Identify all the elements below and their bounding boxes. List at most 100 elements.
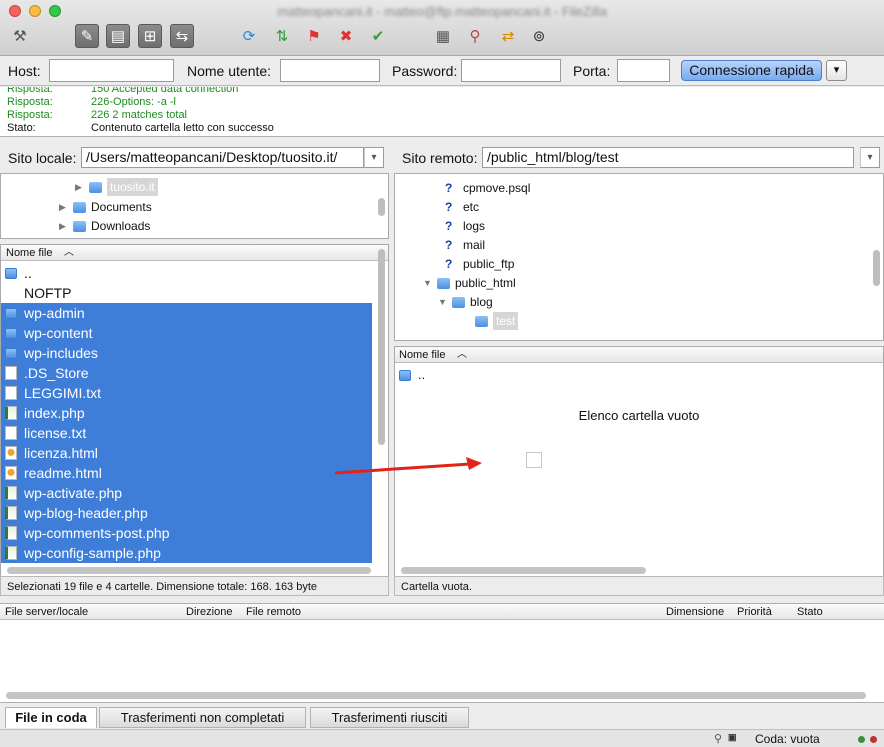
- local-file-name: NOFTP: [24, 285, 72, 301]
- local-file-row[interactable]: index.php: [1, 403, 372, 423]
- local-site-label: Sito locale:: [8, 150, 77, 166]
- local-file-row[interactable]: .DS_Store: [1, 363, 372, 383]
- local-list-vscrollbar[interactable]: [378, 249, 385, 445]
- toggle-comparison-icon[interactable]: ⚲: [463, 24, 487, 48]
- local-tree-item[interactable]: ▶ tuosito.it: [75, 178, 158, 196]
- folder-icon: [5, 307, 17, 319]
- local-file-row[interactable]: license.txt: [1, 423, 372, 443]
- remote-tree-item[interactable]: ? cpmove.psql: [445, 179, 530, 197]
- remote-tree-item[interactable]: ? public_ftp: [445, 255, 514, 273]
- local-file-row[interactable]: wp-admin: [1, 303, 372, 323]
- local-tree-item[interactable]: ▶ Downloads: [59, 217, 150, 235]
- local-file-row[interactable]: NOFTP: [1, 283, 372, 303]
- queue-tab[interactable]: File in coda: [5, 707, 97, 728]
- folder-icon: [5, 267, 17, 279]
- remote-tree-item[interactable]: ? etc: [445, 198, 479, 216]
- directory-listing-filters-icon[interactable]: ▦: [431, 24, 455, 48]
- expanded-arrow-icon[interactable]: ▼: [423, 274, 437, 292]
- username-field[interactable]: [280, 59, 380, 82]
- local-file-list[interactable]: Nome file ︿ .. NOFTP wp-admin wp-content wp-…: [0, 244, 389, 577]
- quickconnect-dropdown-button[interactable]: ▾: [826, 60, 847, 81]
- local-file-row[interactable]: wp-content: [1, 323, 372, 343]
- message-log[interactable]: Risposta: 150 Accepted data connection Ris…: [0, 87, 884, 137]
- queue-column-5[interactable]: Stato: [797, 604, 823, 620]
- remote-file-row[interactable]: ..: [395, 365, 883, 385]
- process-queue-icon[interactable]: ⇅: [270, 24, 294, 48]
- remote-tree-item[interactable]: ? mail: [445, 236, 485, 254]
- transfer-type-icon[interactable]: ▣: [728, 732, 737, 743]
- remote-column-filename[interactable]: Nome file: [399, 347, 445, 363]
- folder-icon: [5, 347, 17, 359]
- log-line: Risposta: 226 2 matches total: [7, 109, 187, 122]
- transfer-queue[interactable]: File server/locale Direzione File remoto Di…: [0, 603, 884, 703]
- queue-column-3[interactable]: Dimensione: [666, 604, 724, 620]
- remote-tree-item[interactable]: ▼ public_html: [423, 274, 516, 292]
- local-file-row[interactable]: LEGGIMI.txt: [1, 383, 372, 403]
- cancel-icon[interactable]: ⚑: [302, 24, 326, 48]
- remote-tree-item[interactable]: ? logs: [445, 217, 485, 235]
- expanded-arrow-icon[interactable]: ▼: [438, 293, 452, 311]
- local-column-filename[interactable]: Nome file: [6, 245, 52, 261]
- remote-tree-item[interactable]: ▼ blog: [438, 293, 493, 311]
- remote-tree-item-label: test: [493, 312, 519, 330]
- host-field[interactable]: [49, 59, 174, 82]
- folder-icon: [452, 296, 465, 308]
- collapsed-arrow-icon[interactable]: ▶: [59, 217, 73, 235]
- quickconnect-button[interactable]: Connessione rapida: [681, 60, 822, 81]
- collapsed-arrow-icon[interactable]: ▶: [59, 198, 73, 216]
- local-file-row[interactable]: wp-comments-post.php: [1, 523, 372, 543]
- queue-hscrollbar[interactable]: [6, 692, 866, 699]
- queue-column-1[interactable]: Direzione: [186, 604, 232, 620]
- remote-path-dropdown[interactable]: ▾: [860, 147, 880, 168]
- toggle-local-tree-icon[interactable]: ▤: [106, 24, 130, 48]
- search-remote-icon[interactable]: ⊚: [527, 24, 551, 48]
- local-directory-tree[interactable]: ▶ tuosito.it ▶ Documents ▶ Downloads: [0, 173, 389, 239]
- file-icon: [5, 366, 17, 380]
- remote-path-field[interactable]: /public_html/blog/test: [482, 147, 854, 168]
- local-tree-scrollbar[interactable]: [378, 198, 385, 216]
- local-tree-item[interactable]: ▶ Documents: [59, 198, 152, 216]
- remote-list-hscrollbar[interactable]: [401, 567, 646, 574]
- local-file-row[interactable]: wp-activate.php: [1, 483, 372, 503]
- local-file-row[interactable]: readme.html: [1, 463, 372, 483]
- local-path-dropdown[interactable]: ▾: [364, 147, 384, 168]
- queue-column-2[interactable]: File remoto: [246, 604, 301, 620]
- local-path-field[interactable]: /Users/matteopancani/Desktop/tuosito.it/: [81, 147, 364, 168]
- queue-header[interactable]: File server/locale Direzione File remoto Di…: [0, 604, 884, 620]
- remote-tree-scrollbar[interactable]: [873, 250, 880, 286]
- remote-list-header[interactable]: Nome file ︿: [395, 347, 883, 363]
- transfer-queue-icon[interactable]: ⇆: [170, 24, 194, 48]
- local-list-hscrollbar[interactable]: [7, 567, 371, 574]
- toggle-log-icon[interactable]: ✎: [75, 24, 99, 48]
- remote-directory-tree[interactable]: test ▼ blog ▼ public_html? public_ftp? mail? lo…: [394, 173, 884, 341]
- expanded-arrow-icon[interactable]: ▶: [75, 178, 89, 196]
- site-manager-icon[interactable]: ⚒: [8, 24, 32, 48]
- queue-column-4[interactable]: Priorità: [737, 604, 772, 620]
- sort-ascending-icon: ︿: [457, 349, 467, 360]
- sync-browsing-icon[interactable]: ⇄: [496, 24, 520, 48]
- refresh-icon[interactable]: ⟳: [237, 24, 261, 48]
- disconnect-icon[interactable]: ✖: [334, 24, 358, 48]
- folder-icon: [89, 181, 102, 193]
- local-list-header[interactable]: Nome file ︿: [1, 245, 388, 261]
- remote-tree-item[interactable]: test: [475, 312, 519, 330]
- empty-listing-message: Elenco cartella vuoto: [578, 408, 700, 423]
- local-file-row[interactable]: wp-blog-header.php: [1, 503, 372, 523]
- local-file-name: wp-includes: [24, 345, 98, 361]
- send-indicator-icon: [870, 736, 877, 743]
- queue-tab[interactable]: Trasferimenti riusciti: [310, 707, 469, 728]
- local-file-row[interactable]: licenza.html: [1, 443, 372, 463]
- local-tree-item-label: Documents: [91, 200, 152, 214]
- queue-tab[interactable]: Trasferimenti non completati: [99, 707, 306, 728]
- local-file-row[interactable]: wp-includes: [1, 343, 372, 363]
- local-file-row[interactable]: ..: [1, 263, 372, 283]
- local-file-name: licenza.html: [24, 445, 98, 461]
- toggle-remote-tree-icon[interactable]: ⊞: [138, 24, 162, 48]
- port-field[interactable]: [617, 59, 670, 82]
- local-file-row[interactable]: wp-config-sample.php: [1, 543, 372, 563]
- queue-column-0[interactable]: File server/locale: [5, 604, 88, 620]
- php-file-icon: [5, 506, 17, 520]
- log-line-label: Risposta:: [7, 96, 53, 108]
- password-field[interactable]: [461, 59, 561, 82]
- reconnect-icon[interactable]: ✔: [366, 24, 390, 48]
